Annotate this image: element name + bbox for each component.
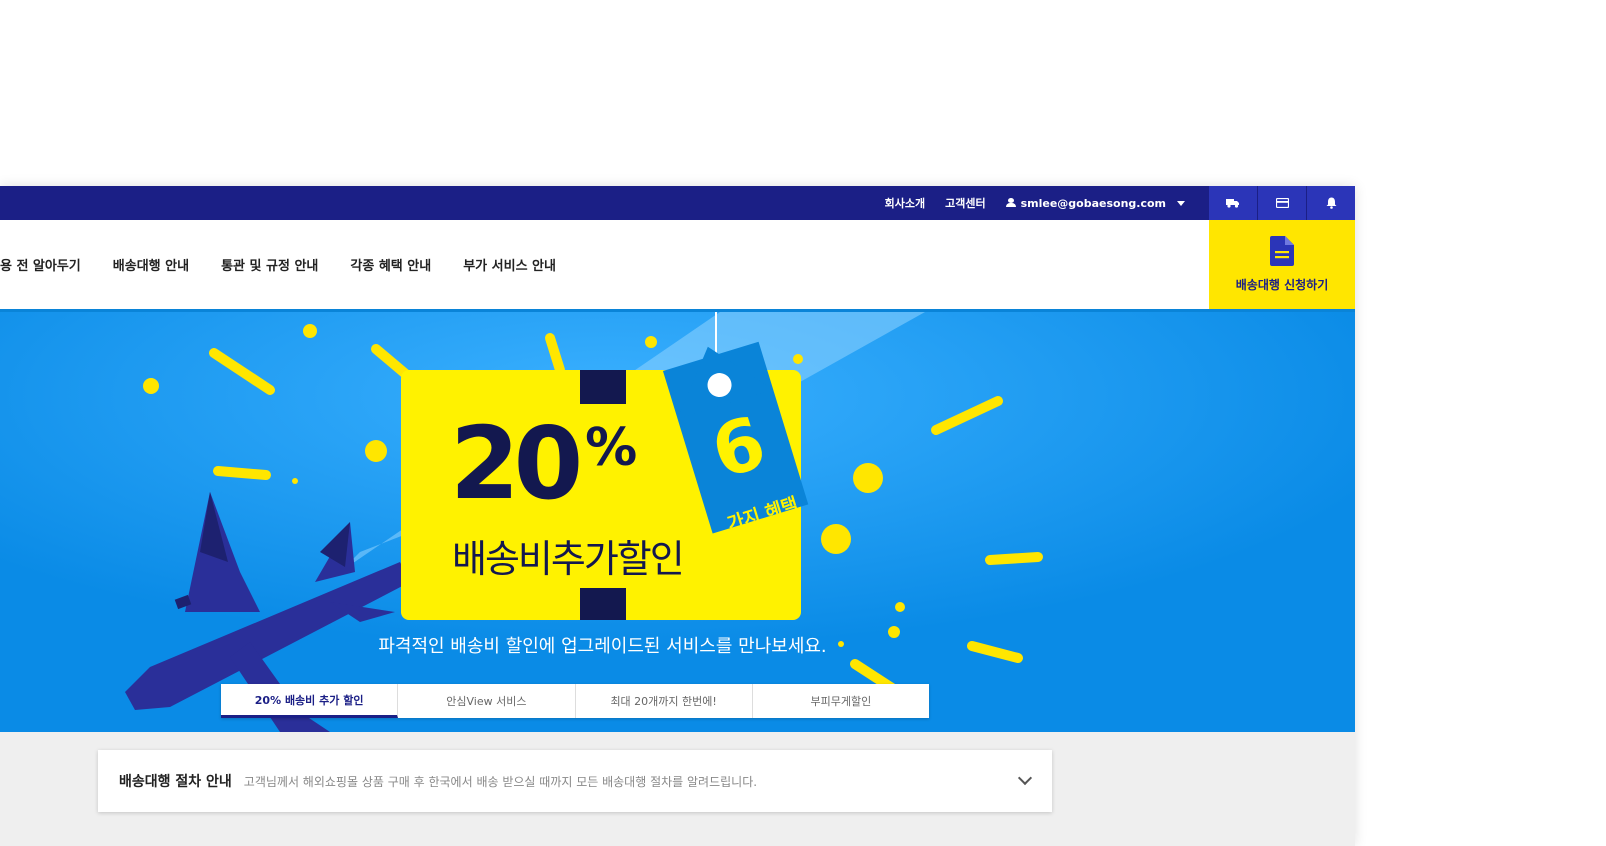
tab-safe-view[interactable]: 안심View 서비스 [398, 684, 576, 718]
shipping-procedure-card[interactable]: 배송대행 절차 안내 고객님께서 해외쇼핑몰 상품 구매 후 한국에서 배송 받… [98, 750, 1052, 812]
nav-item-extra-services[interactable]: 부가 서비스 안내 [463, 255, 556, 274]
banner-caption: 파격적인 배송비 할인에 업그레이드된 서비스를 만나보세요. [378, 636, 827, 657]
tab-shipping-discount[interactable]: 20% 배송비 추가 할인 [221, 684, 399, 718]
tab-consolidation[interactable]: 최대 20개까지 한번에! [576, 684, 753, 718]
customer-center-link[interactable]: 고객센터 [945, 195, 985, 211]
info-title: 배송대행 절차 안내 [119, 774, 232, 790]
main-nav: 이용 전 알아두기 배송대행 안내 통관 및 규정 안내 각종 혜택 안내 부가… [0, 220, 1355, 312]
discount-value: 20 [450, 405, 583, 522]
user-icon [1005, 198, 1016, 208]
browser-page: 회사소개 고객센터 smlee@gobaesong.com 용 전 알아두기 배… [0, 186, 1355, 846]
apply-shipping-button[interactable]: 배송대행 신청하기 [1209, 220, 1355, 309]
nav-item-before-use[interactable]: 이용 전 알아두기 [0, 255, 81, 274]
coupon-subtitle: 배송비추가할인 [452, 537, 685, 581]
user-menu[interactable]: smlee@gobaesong.com [1005, 196, 1185, 210]
discount-percent-sign: % [585, 418, 638, 478]
promo-banner: 6 가지 혜택 20% 배송비추가할인 파격적인 배송비 할인에 업그레이드된 … [0, 312, 1355, 732]
card-button[interactable] [1257, 186, 1306, 220]
nav-item-shipping-guide[interactable]: 배송대행 안내 [113, 255, 189, 274]
chevron-down-icon[interactable] [1017, 770, 1033, 786]
company-info-link[interactable]: 회사소개 [885, 195, 925, 211]
top-utility-bar: 회사소개 고객센터 smlee@gobaesong.com [0, 186, 1355, 220]
bell-icon [1326, 197, 1336, 209]
banner-illustration: 6 가지 혜택 [0, 312, 1355, 732]
credit-card-icon [1275, 198, 1289, 208]
notification-button[interactable] [1306, 186, 1355, 220]
info-description: 고객님께서 해외쇼핑몰 상품 구매 후 한국에서 배송 받으실 때까지 모든 배… [243, 774, 758, 789]
caret-down-icon [1177, 200, 1185, 206]
discount-percent: 20% [450, 414, 637, 514]
banner-tabs: 20% 배송비 추가 할인 안심View 서비스 최대 20개까지 한번에! 부… [221, 684, 929, 718]
document-icon [1270, 236, 1294, 266]
truck-icon [1226, 199, 1239, 208]
tab-volume-weight[interactable]: 부피무게할인 [753, 684, 929, 718]
nav-item-benefits[interactable]: 각종 혜택 안내 [350, 255, 431, 274]
truck-button[interactable] [1208, 186, 1257, 220]
apply-label: 배송대행 신청하기 [1235, 278, 1329, 292]
nav-item-customs[interactable]: 통관 및 규정 안내 [221, 255, 318, 274]
user-email: smlee@gobaesong.com [1020, 196, 1166, 210]
